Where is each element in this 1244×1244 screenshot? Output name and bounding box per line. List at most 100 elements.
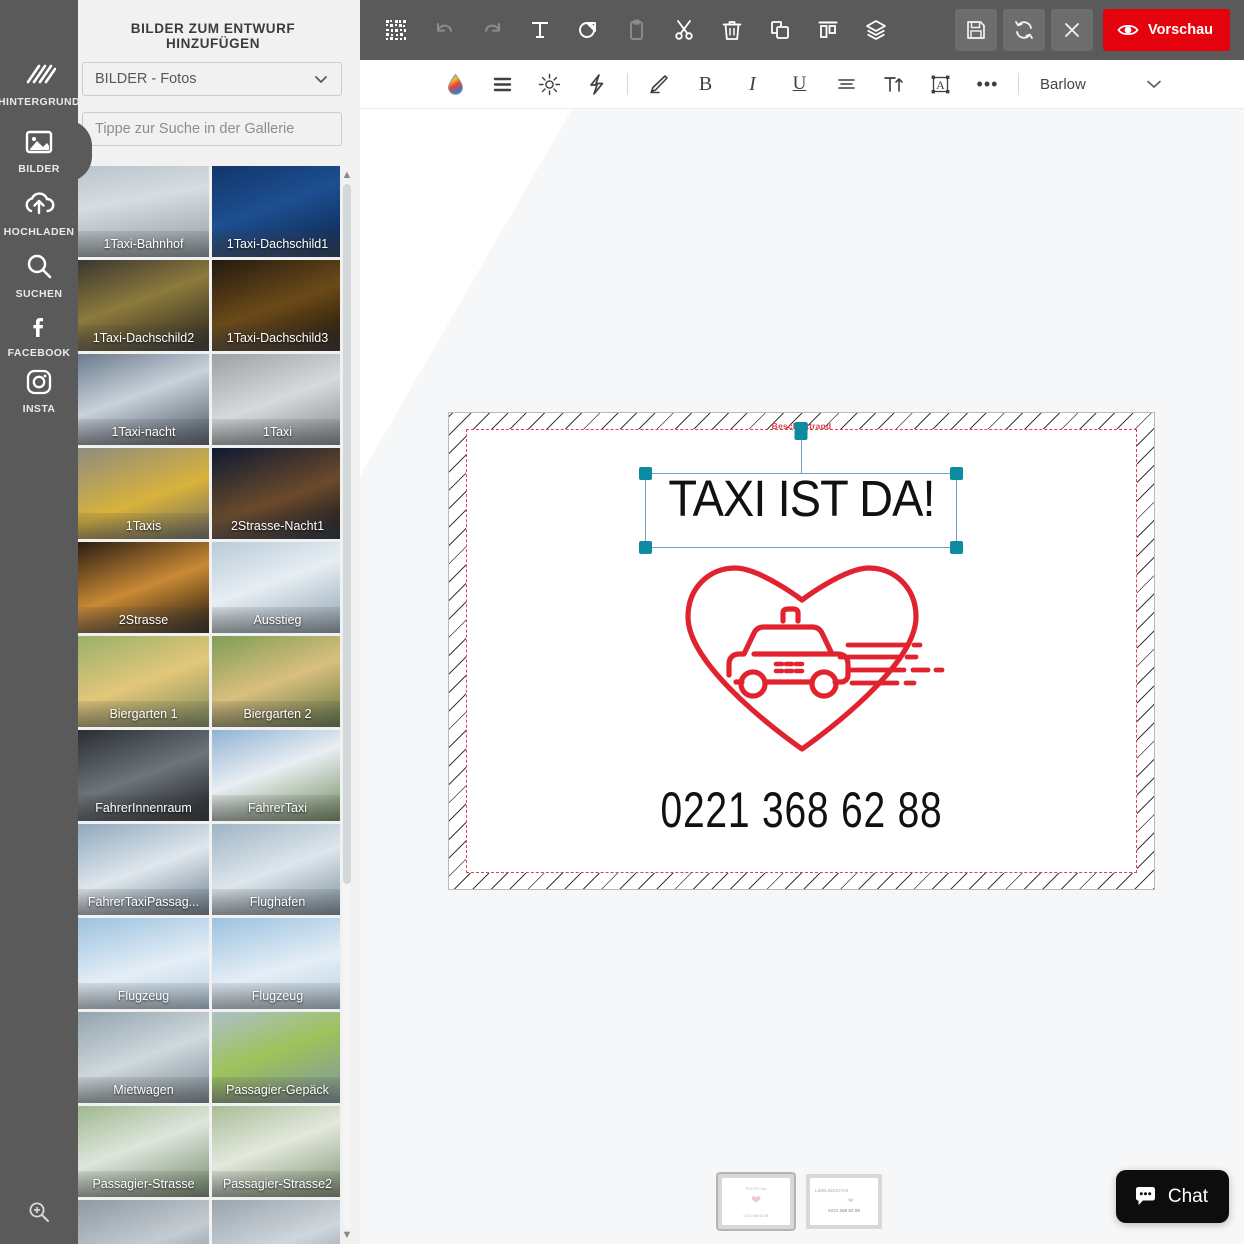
close-button[interactable] xyxy=(1050,9,1093,51)
sidebar-item-suchen[interactable]: SUCHEN xyxy=(0,250,78,300)
category-select[interactable]: BILDER - Fotos xyxy=(82,62,342,96)
redo-icon xyxy=(484,22,500,32)
zoom-in-button[interactable] xyxy=(0,1180,78,1244)
sidebar-item-label: HOCHLADEN xyxy=(3,226,75,238)
add-text-button[interactable] xyxy=(516,8,564,52)
paste-button[interactable] xyxy=(612,8,660,52)
scroll-down-arrow[interactable]: ▼ xyxy=(341,1228,353,1242)
chevron-down-icon[interactable] xyxy=(1144,74,1164,94)
sidebar-item-label: SUCHEN xyxy=(15,288,63,300)
gallery-item[interactable]: FahrerTaxi xyxy=(212,730,343,821)
gallery-item[interactable] xyxy=(78,1200,209,1244)
trash-icon xyxy=(722,21,742,40)
gallery-scrollbar[interactable]: ▲ ▼ xyxy=(340,166,354,1244)
gallery-item[interactable]: Flugzeug xyxy=(78,918,209,1009)
bold-button[interactable]: B xyxy=(682,64,729,104)
artboard[interactable]: Beschnittrand TAXI IST DA! xyxy=(448,412,1155,890)
gallery-item[interactable]: 1Taxi-Dachschild2 xyxy=(78,260,209,351)
gallery-item[interactable]: Biergarten 2 xyxy=(212,636,343,727)
more-options-button[interactable]: ••• xyxy=(964,64,1011,104)
font-size-button[interactable] xyxy=(870,64,917,104)
gallery-item[interactable]: 2Strasse-Nacht1 xyxy=(212,448,343,539)
gallery-item[interactable]: 1Taxis xyxy=(78,448,209,539)
design-logo[interactable] xyxy=(652,553,952,763)
gallery-search-input[interactable]: Tippe zur Suche in der Gallerie xyxy=(82,112,342,146)
sidebar-item-insta[interactable]: INSTA xyxy=(0,365,78,415)
gallery-item[interactable]: 2Strasse xyxy=(78,542,209,633)
editor-app: HINTERGRUND BILDER HOCHLADEN SUCHEN FACE… xyxy=(0,0,1244,1244)
resize-handle-top-right[interactable] xyxy=(950,467,963,480)
main-toolbar: Vorschau xyxy=(356,0,1244,60)
pen-button[interactable] xyxy=(635,64,682,104)
gallery-item-label: Flugzeug xyxy=(78,983,209,1009)
more-options-icon: ••• xyxy=(976,74,999,94)
selection-frame[interactable] xyxy=(639,422,963,554)
gallery-item-label: Biergarten 1 xyxy=(78,701,209,727)
image-icon xyxy=(25,130,53,154)
brightness-icon xyxy=(538,73,561,95)
save-button[interactable] xyxy=(954,9,997,51)
gallery-item[interactable]: FahrerTaxiPassag... xyxy=(78,824,209,915)
text-box-button[interactable]: A xyxy=(917,64,964,104)
sidebar-item-facebook[interactable]: FACEBOOK xyxy=(0,309,78,359)
gallery-item[interactable]: 1Taxi-Bahnhof xyxy=(78,166,209,257)
align-button[interactable] xyxy=(804,8,852,52)
gallery-item[interactable]: 1Taxi-Dachschild3 xyxy=(212,260,343,351)
qr-code-button[interactable] xyxy=(372,8,420,52)
gallery-item[interactable]: Ausstieg xyxy=(212,542,343,633)
gallery-item-label: 1Taxi-Dachschild2 xyxy=(78,325,209,351)
align-text-icon xyxy=(838,78,855,89)
font-family-select[interactable]: Barlow xyxy=(1040,76,1144,93)
add-shape-button[interactable] xyxy=(564,8,612,52)
gallery-item[interactable]: Passagier-Strasse xyxy=(78,1106,209,1197)
sidebar-item-hintergrund[interactable]: HINTERGRUND xyxy=(0,58,80,108)
gallery-item[interactable]: Flughafen xyxy=(212,824,343,915)
resize-handle-bottom-left[interactable] xyxy=(639,541,652,554)
gallery-item-label: Passagier-Strasse xyxy=(78,1171,209,1197)
gallery-item-label: 1Taxis xyxy=(78,513,209,539)
toolbar-divider-2 xyxy=(1018,73,1019,95)
color-drop-icon xyxy=(447,73,464,95)
save-icon xyxy=(967,21,985,39)
gallery-item-label: 1Taxi-Bahnhof xyxy=(78,231,209,257)
gallery-item-label: Flugzeug xyxy=(212,983,343,1009)
gallery-item[interactable]: 1Taxi-nacht xyxy=(78,354,209,445)
duplicate-button[interactable] xyxy=(756,8,804,52)
layers-button[interactable] xyxy=(852,8,900,52)
effects-button[interactable] xyxy=(573,64,620,104)
line-height-button[interactable] xyxy=(479,64,526,104)
resize-handle-top-left[interactable] xyxy=(639,467,652,480)
gallery-item[interactable]: 1Taxi xyxy=(212,354,343,445)
qr-code-icon xyxy=(386,20,406,40)
delete-button[interactable] xyxy=(708,8,756,52)
page-thumbnail-1[interactable]: TAXI IST DA! ❤ 0221 368 62 88 xyxy=(716,1172,796,1231)
design-phone[interactable]: 0221 368 62 88 xyxy=(527,785,1077,835)
undo-button[interactable] xyxy=(420,8,468,52)
chat-widget-button[interactable]: Chat xyxy=(1115,1170,1229,1223)
scrollbar-thumb[interactable] xyxy=(343,184,351,884)
sidebar-item-hochladen[interactable]: HOCHLADEN xyxy=(0,188,78,238)
page-thumbnail-2[interactable]: LIEBLINGSTAXI ❤ 0221 368 62 88 xyxy=(806,1174,882,1229)
preview-button[interactable]: Vorschau xyxy=(1102,9,1230,51)
cut-button[interactable] xyxy=(660,8,708,52)
text-align-button[interactable] xyxy=(823,64,870,104)
rotate-handle[interactable] xyxy=(794,422,808,440)
gallery-item[interactable]: 1Taxi-Dachschild1 xyxy=(212,166,343,257)
underline-button[interactable]: U xyxy=(776,64,823,104)
redo-button[interactable] xyxy=(468,8,516,52)
gallery-item-label: FahrerTaxi xyxy=(212,795,343,821)
brightness-button[interactable] xyxy=(526,64,573,104)
gallery-item[interactable]: Mietwagen xyxy=(78,1012,209,1103)
gallery-item[interactable]: Passagier-Gepäck xyxy=(212,1012,343,1103)
italic-button[interactable]: I xyxy=(729,64,776,104)
refresh-button[interactable] xyxy=(1002,9,1045,51)
gallery-item[interactable] xyxy=(212,1200,343,1244)
resize-handle-bottom-right[interactable] xyxy=(950,541,963,554)
gallery-item[interactable]: Biergarten 1 xyxy=(78,636,209,727)
gallery-item[interactable]: Passagier-Strasse2 xyxy=(212,1106,343,1197)
gallery-item[interactable]: Flugzeug xyxy=(212,918,343,1009)
gallery-item[interactable]: FahrerInnenraum xyxy=(78,730,209,821)
color-button[interactable] xyxy=(432,64,479,104)
canvas-stage[interactable]: Beschnittrand TAXI IST DA! xyxy=(356,109,1244,1244)
scroll-up-arrow[interactable]: ▲ xyxy=(341,168,353,182)
